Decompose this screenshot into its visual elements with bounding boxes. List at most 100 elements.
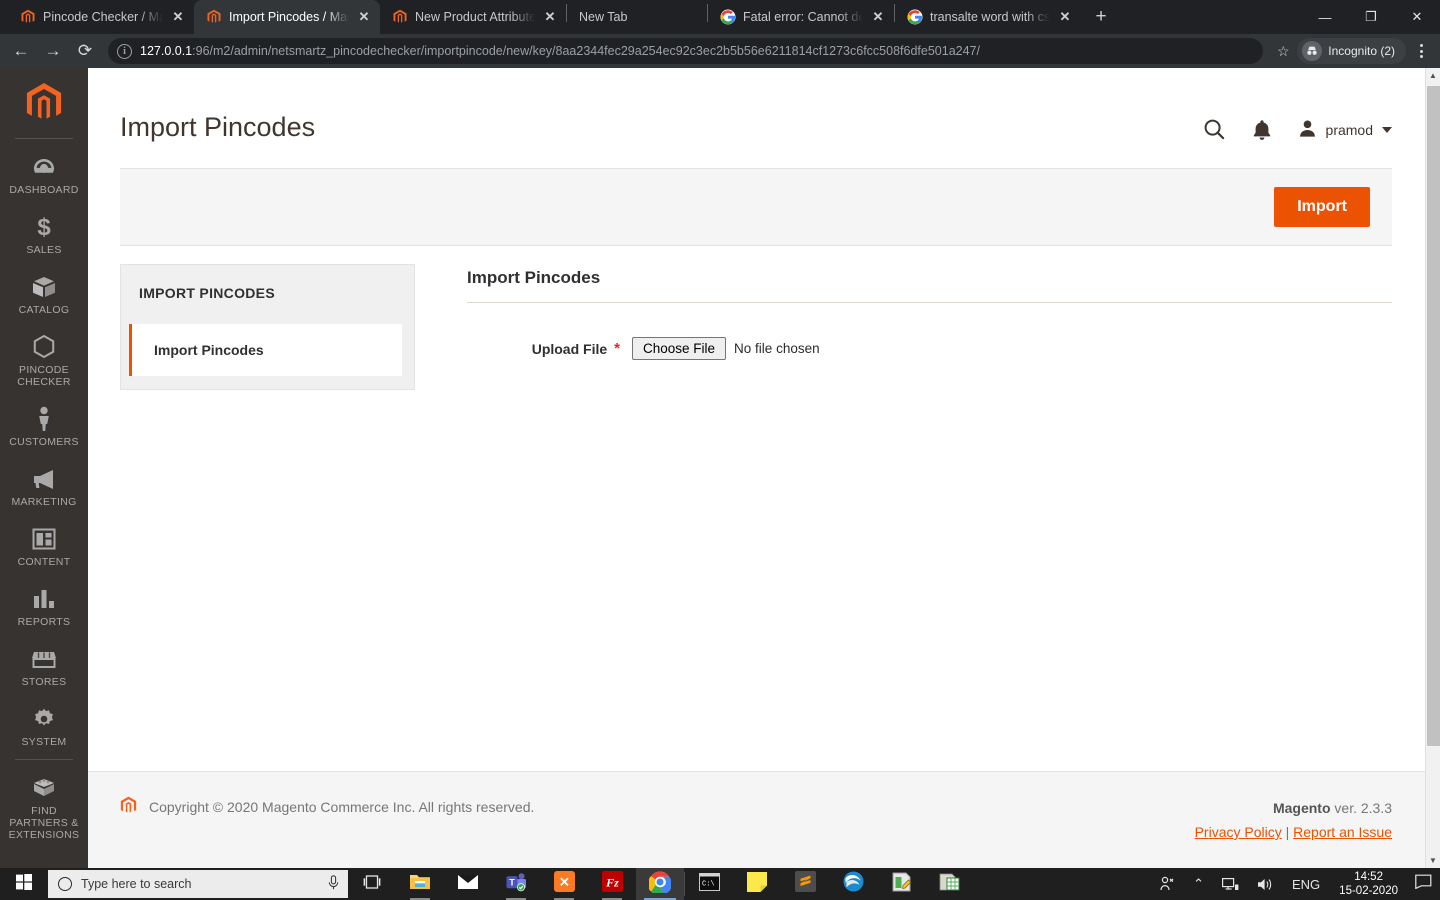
taskbar-app-filezilla[interactable]: Fz [588,868,636,900]
person-icon [36,406,52,432]
scrollbar-thumb[interactable] [1427,86,1440,746]
sidebar-item-pincode-checker[interactable]: Pincode Checker [0,325,88,397]
chosen-file-name: No file chosen [734,341,820,356]
maximize-restore-button[interactable]: ❐ [1348,0,1394,34]
network-icon[interactable] [1213,868,1248,900]
taskbar-app-xampp[interactable]: ✕ [540,868,588,900]
svg-text:C:\: C:\ [702,880,715,888]
side-panel-body: Import Pincodes [120,321,415,390]
header-tools: pramod [1203,110,1392,141]
close-window-button[interactable]: ✕ [1394,0,1440,34]
page-scrollbar[interactable]: ▲ ▼ [1425,68,1440,868]
search-icon[interactable] [1203,118,1226,141]
sidebar-item-sales[interactable]: $ Sales [0,205,88,265]
browser-tab-4-close-icon[interactable] [683,9,699,25]
scroll-up-arrow-icon[interactable]: ▲ [1426,68,1440,83]
browser-toolbar: ← → ⟳ i 127.0.0.1:96/m2/admin/netsmartz_… [0,34,1440,68]
taskbar-app-command-prompt[interactable]: C:\ [685,868,733,900]
browser-tab-5-close-icon[interactable]: ✕ [870,9,886,25]
task-view-button[interactable] [348,868,396,900]
browser-tab-2[interactable]: Import Pincodes / Magen ✕ [194,0,380,34]
sublime-text-icon [794,871,816,897]
upload-file-label-wrap: Upload File * [467,341,632,357]
action-center-button[interactable] [1408,868,1438,900]
report-an-issue-link[interactable]: Report an Issue [1293,824,1392,840]
magento-logo-footer-icon [120,796,137,818]
browser-tab-2-title: Import Pincodes / Magen [229,10,349,24]
import-side-panel: IMPORT PINCODES Import Pincodes [120,264,415,390]
forward-button[interactable]: → [38,36,68,66]
taskbar-app-sticky-notes[interactable] [733,868,781,900]
sidebar-item-find-partners-extensions[interactable]: Find Partners & Extensions [0,766,88,850]
bell-icon[interactable] [1252,119,1272,141]
required-marker: * [614,339,620,357]
browser-tab-2-close-icon[interactable]: ✕ [356,9,372,25]
taskbar-clock[interactable]: 14:52 15-02-2020 [1329,870,1408,898]
sidebar-label-catalog: Catalog [18,304,70,316]
browser-menu-icon[interactable] [1408,36,1434,66]
dollar-icon: $ [35,214,53,240]
page-title: Import Pincodes [120,112,316,142]
volume-icon[interactable] [1248,868,1283,900]
side-panel-item-import-pincodes[interactable]: Import Pincodes [129,324,402,376]
footer-links: Privacy Policy | Report an Issue [1195,820,1392,844]
microsoft-teams-icon: T [505,872,527,897]
people-icon[interactable] [1150,868,1184,900]
sidebar-item-reports[interactable]: Reports [0,577,88,637]
privacy-policy-link[interactable]: Privacy Policy [1195,824,1282,840]
svg-text:Fz: Fz [605,876,619,890]
bookmark-star-icon[interactable]: ☆ [1271,39,1295,63]
sidebar-item-stores[interactable]: Stores [0,637,88,697]
taskbar-app-sublime-text[interactable] [781,868,829,900]
taskbar-app-mail[interactable] [444,868,492,900]
incognito-indicator[interactable]: Incognito (2) [1297,38,1406,64]
magento-logo[interactable] [25,82,63,124]
language-indicator[interactable]: ENG [1283,868,1329,900]
sidebar-item-marketing[interactable]: Marketing [0,457,88,517]
sidebar-label-content: Content [17,556,71,568]
scroll-down-arrow-icon[interactable]: ▼ [1426,853,1440,868]
taskbar-app-spreadsheet[interactable] [925,868,973,900]
admin-page-header: Import Pincodes pramod [88,68,1440,144]
sidebar-item-content[interactable]: Content [0,517,88,577]
site-info-icon[interactable]: i [117,43,132,59]
taskbar-app-microsoft-teams[interactable]: T [492,868,540,900]
gear-icon [32,706,56,732]
sidebar-divider [15,138,73,139]
browser-tab-5[interactable]: Fatal error: Cannot declare ✕ [708,0,894,34]
taskbar-app-notepad-plus-plus[interactable] [877,868,925,900]
upload-file-input[interactable]: Choose File No file chosen [632,337,820,360]
admin-footer: Copyright © 2020 Magento Commerce Inc. A… [88,771,1440,868]
address-bar[interactable]: i 127.0.0.1:96/m2/admin/netsmartz_pincod… [108,38,1264,64]
microphone-icon[interactable] [327,875,340,893]
browser-tab-3-close-icon[interactable]: ✕ [542,9,558,25]
browser-tab-4[interactable]: New Tab [567,0,707,34]
minimize-button[interactable]: — [1302,0,1348,34]
admin-main-column: Import Pincodes pramod Import IMPORT PIN… [88,68,1440,868]
browser-tab-6[interactable]: transalte word with css - G ✕ [895,0,1081,34]
reload-button[interactable]: ⟳ [70,36,100,66]
sidebar-item-customers[interactable]: Customers [0,397,88,457]
side-panel-heading: IMPORT PINCODES [120,264,415,321]
sidebar-item-system[interactable]: System [0,697,88,757]
windows-start-button[interactable] [0,868,48,900]
import-button[interactable]: Import [1274,187,1370,227]
taskbar-app-thunderbird[interactable] [829,868,877,900]
browser-tab-1-close-icon[interactable]: ✕ [170,9,186,25]
user-menu[interactable]: pramod [1298,119,1392,141]
taskbar-app-google-chrome[interactable] [636,868,684,900]
svg-text:✕: ✕ [559,875,570,890]
browser-tab-3[interactable]: New Product Attribute / P ✕ [380,0,566,34]
browser-tab-6-close-icon[interactable]: ✕ [1057,9,1073,25]
sidebar-item-dashboard[interactable]: Dashboard [0,145,88,205]
show-hidden-icons-chevron-icon[interactable]: ⌃ [1184,868,1213,900]
choose-file-button[interactable]: Choose File [632,337,727,360]
sidebar-label-find-partners-extensions: Find Partners & Extensions [8,805,80,841]
new-tab-button[interactable]: + [1087,3,1115,31]
incognito-label: Incognito (2) [1328,44,1395,58]
taskbar-app-file-explorer[interactable] [396,868,444,900]
sidebar-item-catalog[interactable]: Catalog [0,265,88,325]
taskbar-search-box[interactable]: Type here to search [48,870,348,898]
back-button[interactable]: ← [6,36,36,66]
browser-tab-1[interactable]: Pincode Checker / Magen ✕ [8,0,194,34]
